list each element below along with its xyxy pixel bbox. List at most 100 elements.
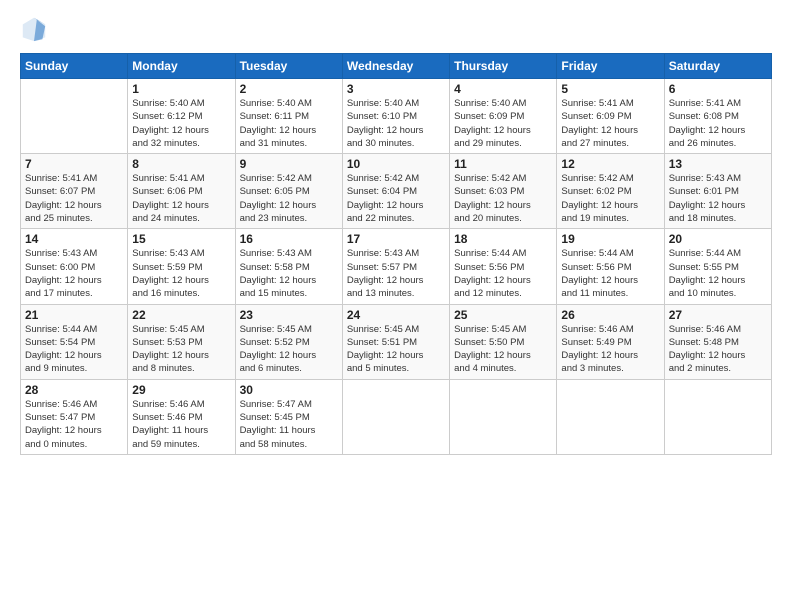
week-row-2: 7Sunrise: 5:41 AMSunset: 6:07 PMDaylight… [21, 154, 772, 229]
weekday-header-row: SundayMondayTuesdayWednesdayThursdayFrid… [21, 54, 772, 79]
day-number: 29 [132, 383, 230, 397]
day-cell: 13Sunrise: 5:43 AMSunset: 6:01 PMDayligh… [664, 154, 771, 229]
day-number: 21 [25, 308, 123, 322]
day-info: Sunrise: 5:40 AMSunset: 6:11 PMDaylight:… [240, 97, 338, 150]
day-info: Sunrise: 5:42 AMSunset: 6:05 PMDaylight:… [240, 172, 338, 225]
day-cell: 20Sunrise: 5:44 AMSunset: 5:55 PMDayligh… [664, 229, 771, 304]
day-cell: 19Sunrise: 5:44 AMSunset: 5:56 PMDayligh… [557, 229, 664, 304]
day-info: Sunrise: 5:43 AMSunset: 5:59 PMDaylight:… [132, 247, 230, 300]
day-info: Sunrise: 5:47 AMSunset: 5:45 PMDaylight:… [240, 398, 338, 451]
day-info: Sunrise: 5:43 AMSunset: 5:58 PMDaylight:… [240, 247, 338, 300]
day-cell: 9Sunrise: 5:42 AMSunset: 6:05 PMDaylight… [235, 154, 342, 229]
day-cell: 12Sunrise: 5:42 AMSunset: 6:02 PMDayligh… [557, 154, 664, 229]
day-cell: 17Sunrise: 5:43 AMSunset: 5:57 PMDayligh… [342, 229, 449, 304]
day-info: Sunrise: 5:44 AMSunset: 5:56 PMDaylight:… [561, 247, 659, 300]
day-info: Sunrise: 5:45 AMSunset: 5:52 PMDaylight:… [240, 323, 338, 376]
weekday-tuesday: Tuesday [235, 54, 342, 79]
day-info: Sunrise: 5:41 AMSunset: 6:06 PMDaylight:… [132, 172, 230, 225]
day-info: Sunrise: 5:41 AMSunset: 6:07 PMDaylight:… [25, 172, 123, 225]
day-number: 17 [347, 232, 445, 246]
day-cell: 23Sunrise: 5:45 AMSunset: 5:52 PMDayligh… [235, 304, 342, 379]
day-number: 11 [454, 157, 552, 171]
header [20, 15, 772, 43]
weekday-monday: Monday [128, 54, 235, 79]
week-row-3: 14Sunrise: 5:43 AMSunset: 6:00 PMDayligh… [21, 229, 772, 304]
day-info: Sunrise: 5:46 AMSunset: 5:49 PMDaylight:… [561, 323, 659, 376]
day-cell [557, 379, 664, 454]
day-info: Sunrise: 5:40 AMSunset: 6:12 PMDaylight:… [132, 97, 230, 150]
day-cell: 29Sunrise: 5:46 AMSunset: 5:46 PMDayligh… [128, 379, 235, 454]
day-info: Sunrise: 5:41 AMSunset: 6:08 PMDaylight:… [669, 97, 767, 150]
day-number: 18 [454, 232, 552, 246]
week-row-1: 1Sunrise: 5:40 AMSunset: 6:12 PMDaylight… [21, 79, 772, 154]
day-number: 1 [132, 82, 230, 96]
day-number: 28 [25, 383, 123, 397]
day-cell: 26Sunrise: 5:46 AMSunset: 5:49 PMDayligh… [557, 304, 664, 379]
day-number: 19 [561, 232, 659, 246]
day-number: 23 [240, 308, 338, 322]
day-number: 12 [561, 157, 659, 171]
day-number: 24 [347, 308, 445, 322]
day-number: 26 [561, 308, 659, 322]
calendar: SundayMondayTuesdayWednesdayThursdayFrid… [20, 53, 772, 455]
day-cell: 5Sunrise: 5:41 AMSunset: 6:09 PMDaylight… [557, 79, 664, 154]
week-row-4: 21Sunrise: 5:44 AMSunset: 5:54 PMDayligh… [21, 304, 772, 379]
day-number: 6 [669, 82, 767, 96]
day-number: 9 [240, 157, 338, 171]
day-number: 5 [561, 82, 659, 96]
day-info: Sunrise: 5:44 AMSunset: 5:54 PMDaylight:… [25, 323, 123, 376]
day-info: Sunrise: 5:43 AMSunset: 6:00 PMDaylight:… [25, 247, 123, 300]
day-number: 20 [669, 232, 767, 246]
day-number: 22 [132, 308, 230, 322]
day-cell: 8Sunrise: 5:41 AMSunset: 6:06 PMDaylight… [128, 154, 235, 229]
day-number: 8 [132, 157, 230, 171]
day-number: 13 [669, 157, 767, 171]
day-cell: 7Sunrise: 5:41 AMSunset: 6:07 PMDaylight… [21, 154, 128, 229]
day-number: 10 [347, 157, 445, 171]
day-number: 25 [454, 308, 552, 322]
day-cell [342, 379, 449, 454]
day-cell: 4Sunrise: 5:40 AMSunset: 6:09 PMDaylight… [450, 79, 557, 154]
weekday-sunday: Sunday [21, 54, 128, 79]
day-cell: 30Sunrise: 5:47 AMSunset: 5:45 PMDayligh… [235, 379, 342, 454]
day-info: Sunrise: 5:42 AMSunset: 6:03 PMDaylight:… [454, 172, 552, 225]
day-info: Sunrise: 5:46 AMSunset: 5:48 PMDaylight:… [669, 323, 767, 376]
day-info: Sunrise: 5:40 AMSunset: 6:09 PMDaylight:… [454, 97, 552, 150]
day-cell: 10Sunrise: 5:42 AMSunset: 6:04 PMDayligh… [342, 154, 449, 229]
day-info: Sunrise: 5:42 AMSunset: 6:02 PMDaylight:… [561, 172, 659, 225]
day-cell: 14Sunrise: 5:43 AMSunset: 6:00 PMDayligh… [21, 229, 128, 304]
day-info: Sunrise: 5:45 AMSunset: 5:50 PMDaylight:… [454, 323, 552, 376]
day-info: Sunrise: 5:42 AMSunset: 6:04 PMDaylight:… [347, 172, 445, 225]
day-info: Sunrise: 5:43 AMSunset: 5:57 PMDaylight:… [347, 247, 445, 300]
day-cell: 1Sunrise: 5:40 AMSunset: 6:12 PMDaylight… [128, 79, 235, 154]
day-info: Sunrise: 5:45 AMSunset: 5:51 PMDaylight:… [347, 323, 445, 376]
weekday-saturday: Saturday [664, 54, 771, 79]
day-cell: 2Sunrise: 5:40 AMSunset: 6:11 PMDaylight… [235, 79, 342, 154]
day-cell: 28Sunrise: 5:46 AMSunset: 5:47 PMDayligh… [21, 379, 128, 454]
day-number: 27 [669, 308, 767, 322]
day-number: 3 [347, 82, 445, 96]
day-cell: 25Sunrise: 5:45 AMSunset: 5:50 PMDayligh… [450, 304, 557, 379]
logo [20, 15, 52, 43]
day-info: Sunrise: 5:44 AMSunset: 5:55 PMDaylight:… [669, 247, 767, 300]
day-cell: 24Sunrise: 5:45 AMSunset: 5:51 PMDayligh… [342, 304, 449, 379]
logo-icon [20, 15, 48, 43]
day-cell: 6Sunrise: 5:41 AMSunset: 6:08 PMDaylight… [664, 79, 771, 154]
day-number: 14 [25, 232, 123, 246]
weekday-thursday: Thursday [450, 54, 557, 79]
day-info: Sunrise: 5:46 AMSunset: 5:47 PMDaylight:… [25, 398, 123, 451]
week-row-5: 28Sunrise: 5:46 AMSunset: 5:47 PMDayligh… [21, 379, 772, 454]
day-cell: 22Sunrise: 5:45 AMSunset: 5:53 PMDayligh… [128, 304, 235, 379]
day-info: Sunrise: 5:43 AMSunset: 6:01 PMDaylight:… [669, 172, 767, 225]
day-number: 15 [132, 232, 230, 246]
day-cell: 15Sunrise: 5:43 AMSunset: 5:59 PMDayligh… [128, 229, 235, 304]
day-cell: 3Sunrise: 5:40 AMSunset: 6:10 PMDaylight… [342, 79, 449, 154]
weekday-friday: Friday [557, 54, 664, 79]
day-info: Sunrise: 5:40 AMSunset: 6:10 PMDaylight:… [347, 97, 445, 150]
weekday-wednesday: Wednesday [342, 54, 449, 79]
day-cell: 27Sunrise: 5:46 AMSunset: 5:48 PMDayligh… [664, 304, 771, 379]
day-info: Sunrise: 5:44 AMSunset: 5:56 PMDaylight:… [454, 247, 552, 300]
day-cell: 21Sunrise: 5:44 AMSunset: 5:54 PMDayligh… [21, 304, 128, 379]
day-number: 16 [240, 232, 338, 246]
day-info: Sunrise: 5:41 AMSunset: 6:09 PMDaylight:… [561, 97, 659, 150]
